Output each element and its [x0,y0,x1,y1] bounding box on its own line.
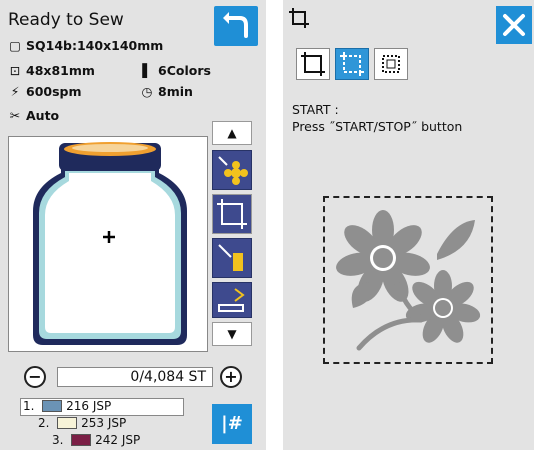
speed-info: ⚡ 600spm [8,84,82,99]
thread-swatch [42,400,63,412]
spool-icon: ▌ [142,63,152,78]
frame-stitch-icon [382,55,400,73]
scroll-up-button[interactable]: ▲ [212,121,252,145]
frame-trace-button[interactable] [212,194,252,234]
thread-color-button[interactable] [212,238,252,278]
colors-info: ▌ 6Colors [140,63,211,78]
close-button[interactable] [496,6,532,44]
plus-button[interactable]: + [220,366,242,388]
trace-area [323,196,493,364]
frame-icon [217,199,247,229]
frame-outline-icon [301,52,325,76]
page-title: Ready to Sew [8,10,124,30]
edit-color-button[interactable] [212,150,252,190]
time-info: ◷ 8min [141,84,193,99]
start-label: START : [292,102,339,117]
thread-row-2[interactable]: 2. 253 JSP [38,416,126,430]
move-button[interactable] [212,282,252,318]
move-sewing-icon [218,288,245,312]
size-icon: ⊡ [9,63,21,78]
trace-stitch-button[interactable] [374,48,408,80]
jar-design-icon [33,142,187,345]
back-button[interactable] [214,6,258,46]
size-info: ⊡ 48x81mm [9,63,95,78]
minus-icon: − [28,367,42,386]
hoop-icon: ▢ [9,38,21,53]
speed-icon: ⚡ [10,84,20,99]
frame-dashed-icon [340,52,364,76]
scissors-icon: ✂ [9,108,21,123]
up-arrow-icon: ▲ [227,126,237,140]
thread-swatch [71,434,92,446]
thread-swatch [57,417,78,429]
hoop-info: ▢ SQ14b:140x140mm [9,38,164,53]
spool-needle-icon [218,244,243,271]
stitch-counter: 0/4,084 ST [57,367,213,387]
thread-row-3[interactable]: 3. 242 JSP [52,433,140,447]
thread-number-button[interactable]: |# [212,404,252,444]
back-arrow-icon [223,12,248,38]
trace-panel: START : Press ˝START/STOP˝ button [283,0,534,450]
thread-row-1[interactable]: 1. 216 JSP [20,398,184,416]
plus-icon: + [224,367,238,386]
trace-outline-button[interactable] [296,48,330,80]
trace-area-button[interactable] [335,48,369,80]
embroidery-preview[interactable] [8,136,208,352]
start-message: Press ˝START/STOP˝ button [292,119,463,134]
start-instruction: START : Press ˝START/STOP˝ button [292,101,462,135]
flower-design-icon [336,210,481,351]
scroll-down-button[interactable]: ▼ [212,322,252,346]
ready-to-sew-panel: Ready to Sew ▢ SQ14b:140x140mm ⊡ 48x81mm ▌… [0,0,266,450]
down-arrow-icon: ▼ [227,327,237,341]
clock-icon: ◷ [141,84,153,99]
cut-info: ✂ Auto [9,108,60,123]
minus-button[interactable]: − [24,366,46,388]
frame-header-icon [289,8,309,32]
close-icon [503,14,525,36]
color-flower-icon [218,156,248,185]
